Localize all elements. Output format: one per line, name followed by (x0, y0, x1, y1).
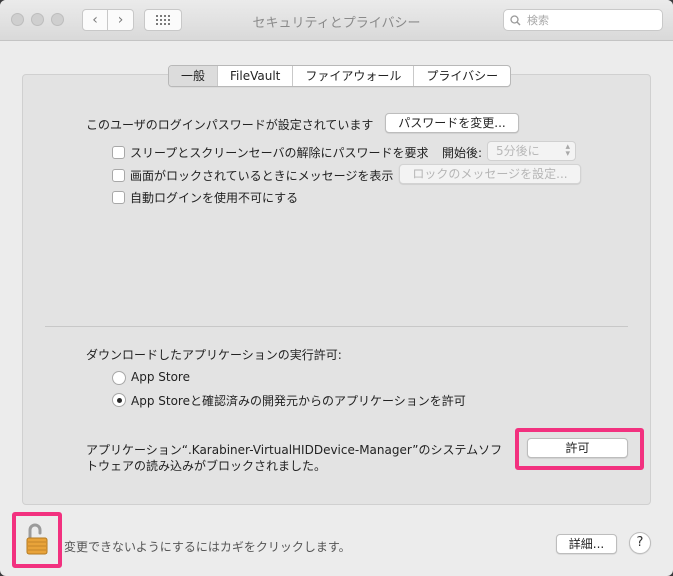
tab-firewall[interactable]: ファイアウォール (292, 66, 413, 86)
allow-button[interactable]: 許可 (527, 438, 628, 458)
back-button[interactable]: ‹ (82, 9, 108, 31)
require-password-label: スリープとスクリーンセーバの解除にパスワードを要求 (130, 146, 429, 160)
lock-message-checkbox[interactable] (112, 169, 125, 182)
lock-instruction-text: 変更できないようにするにはカギをクリックします。 (64, 540, 351, 554)
require-password-checkbox[interactable] (112, 146, 125, 159)
blocked-software-text-line2: トウェアの読み込みがブロックされました。 (86, 459, 327, 473)
start-after-select[interactable]: 5分後に ▴ ▾ (487, 141, 576, 161)
start-after-label: 開始後: (442, 146, 483, 160)
blocked-software-text-line1: アプリケーション“.Karabiner-VirtualHIDDevice-Man… (86, 443, 503, 457)
app-store-label: App Store (131, 370, 190, 384)
chevron-right-icon: › (117, 12, 124, 28)
download-permission-heading: ダウンロードしたアプリケーションの実行許可: (86, 348, 342, 362)
search-icon (510, 14, 521, 25)
app-store-identified-label: App Storeと確認済みの開発元からのアプリケーションを許可 (131, 394, 466, 408)
set-lock-message-button[interactable]: ロックのメッセージを設定... (399, 164, 581, 184)
chevron-left-icon: ‹ (92, 12, 98, 28)
minimize-window-button[interactable] (31, 13, 44, 26)
lock-button[interactable] (24, 521, 50, 557)
start-after-value: 5分後に (496, 144, 540, 158)
title-bar: ‹ › セキュリティとプライバシー (0, 0, 673, 41)
search-input[interactable] (525, 12, 649, 28)
updown-chevron-icon: ▴ ▾ (565, 142, 570, 159)
disable-autologin-label: 自動ログインを使用不可にする (130, 191, 299, 205)
app-store-identified-radio[interactable] (112, 393, 126, 407)
lock-message-label: 画面がロックされているときにメッセージを表示 (130, 169, 394, 183)
search-field[interactable] (503, 9, 663, 31)
forward-button[interactable]: › (108, 9, 134, 31)
show-all-button[interactable] (144, 9, 182, 31)
zoom-window-button[interactable] (51, 13, 64, 26)
change-password-button[interactable]: パスワードを変更... (385, 113, 519, 133)
preferences-window: ‹ › セキュリティとプライバシー 一般 FileVault (0, 0, 673, 576)
tab-general[interactable]: 一般 (169, 66, 218, 86)
tab-filevault[interactable]: FileVault (217, 66, 292, 86)
close-window-button[interactable] (11, 13, 24, 26)
tab-bar: 一般 FileVault ファイアウォール プライバシー (168, 65, 512, 87)
tab-privacy[interactable]: プライバシー (413, 66, 510, 86)
password-status-text: このユーザのログインパスワードが設定されています (86, 118, 374, 132)
help-button[interactable]: ? (629, 532, 651, 554)
unlocked-padlock-icon (26, 523, 48, 555)
grid-icon (156, 15, 170, 25)
disable-autologin-checkbox[interactable] (112, 191, 125, 204)
advanced-button[interactable]: 詳細... (556, 534, 617, 554)
app-store-radio[interactable] (112, 371, 126, 385)
section-divider (45, 326, 628, 327)
